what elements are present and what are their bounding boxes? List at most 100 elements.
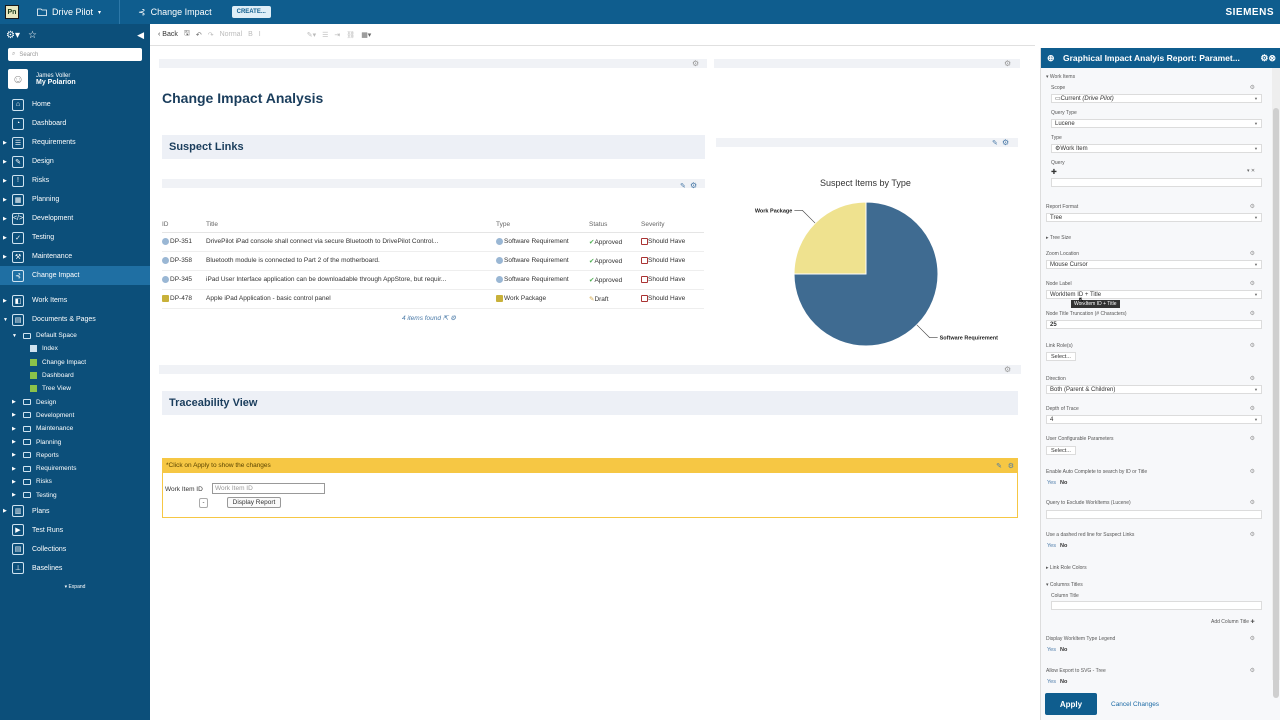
gear-icon[interactable]: ⚙: [1250, 468, 1255, 475]
save-icon[interactable]: 🖫: [184, 29, 190, 40]
sidebar-item-change-impact[interactable]: ⊰ Change Impact: [0, 266, 150, 285]
gear-icon[interactable]: ⚙: [1250, 84, 1255, 91]
sidebar-item-work-items[interactable]: ▶ ◧ Work Items: [0, 291, 150, 310]
truncation-input[interactable]: 25: [1046, 320, 1262, 329]
yes-option[interactable]: Yes: [1047, 543, 1056, 549]
section-columns-titles[interactable]: ▾ Columns Titles: [1046, 582, 1083, 588]
export-icon[interactable]: ⇱: [443, 315, 448, 322]
sidebar-item-test-runs[interactable]: ▶ Test Runs: [0, 521, 150, 540]
no-option[interactable]: No: [1060, 480, 1067, 486]
edit-icon[interactable]: ✎: [996, 462, 1002, 470]
section-tree-size[interactable]: ▸ Tree Size: [1046, 235, 1071, 241]
redo-icon[interactable]: ↷: [208, 31, 214, 39]
yes-option[interactable]: Yes: [1047, 679, 1056, 685]
tree-item-space[interactable]: ▶ Reports: [0, 449, 150, 462]
gear-icon[interactable]: ⚙: [1250, 375, 1255, 382]
edit-icon[interactable]: ✎: [680, 182, 686, 190]
depth-select[interactable]: 4 ▼: [1046, 415, 1262, 424]
gear-icon[interactable]: ⚙: [1250, 405, 1255, 412]
gear-icon[interactable]: ⚙: [1004, 59, 1011, 68]
link-icon[interactable]: ⛓: [346, 31, 355, 39]
star-icon[interactable]: ☆: [28, 30, 37, 41]
expand-arrow-icon[interactable]: ▶: [12, 399, 18, 405]
chevron-down-icon[interactable]: ▾: [1247, 168, 1250, 174]
minus-button[interactable]: -: [199, 498, 208, 508]
expand-arrow-icon[interactable]: ▶: [3, 508, 7, 514]
collapse-arrow-icon[interactable]: ▼: [3, 317, 8, 323]
query-type-select[interactable]: Lucene ▼: [1051, 119, 1262, 128]
table-icon[interactable]: ▦▾: [361, 31, 371, 39]
user-profile[interactable]: ☺ James Voller My Polarion: [0, 63, 150, 95]
close-icon[interactable]: ⊗: [1268, 53, 1276, 63]
sidebar-item-documents[interactable]: ▼ ▤ Documents & Pages: [0, 310, 150, 329]
item-title[interactable]: Bluetooth module is connected to Part 2 …: [206, 251, 496, 271]
panel-scrollbar[interactable]: [1272, 68, 1280, 698]
expand-arrow-icon[interactable]: ▶: [12, 492, 18, 498]
tree-item-default-space[interactable]: ▼ Default Space: [0, 329, 150, 342]
tree-item-space[interactable]: ▶ Planning: [0, 435, 150, 448]
gear-icon[interactable]: ⚙: [1250, 342, 1255, 349]
sidebar-item-planning[interactable]: ▶ ▦ Planning: [0, 190, 150, 209]
sidebar-item-design[interactable]: ▶ ✎ Design: [0, 152, 150, 171]
type-legend-toggle[interactable]: Yes No: [1047, 647, 1067, 653]
expand-link[interactable]: ▾ Expand: [0, 584, 150, 590]
item-title[interactable]: iPad User Interface application can be d…: [206, 270, 496, 290]
expand-arrow-icon[interactable]: ▶: [12, 426, 18, 432]
section-link-role-colors[interactable]: ▸ Link Role Colors: [1046, 565, 1087, 571]
table-row[interactable]: DP-478 Apple iPad Application - basic co…: [162, 289, 704, 309]
gear-icon[interactable]: ⚙▾: [6, 30, 20, 41]
gear-icon[interactable]: ⚙: [692, 59, 699, 68]
expand-arrow-icon[interactable]: ▶: [12, 466, 18, 472]
format-icon[interactable]: ✎▾: [307, 31, 316, 39]
gear-icon[interactable]: ⚙: [1250, 310, 1255, 317]
sidebar-item-collections[interactable]: ▤ Collections: [0, 540, 150, 559]
tree-item-tree-view[interactable]: Tree View: [0, 382, 150, 395]
table-row[interactable]: DP-358 Bluetooth module is connected to …: [162, 251, 704, 271]
create-button[interactable]: CREATE...: [231, 6, 271, 18]
collapse-sidebar-icon[interactable]: ◀: [137, 30, 144, 41]
gear-icon[interactable]: ⚙: [1004, 365, 1011, 374]
autocomplete-toggle[interactable]: Yes No: [1047, 480, 1067, 486]
indent-icon[interactable]: ⇥: [334, 31, 340, 39]
direction-select[interactable]: Both (Parent & Children) ▼: [1046, 385, 1262, 394]
clear-icon[interactable]: ✕: [1251, 168, 1255, 174]
item-title[interactable]: Apple iPad Application - basic control p…: [206, 289, 496, 309]
zoom-location-select[interactable]: Mouse Cursor ▼: [1046, 260, 1262, 269]
collapse-arrow-icon[interactable]: ▼: [12, 333, 18, 339]
tree-item-dashboard[interactable]: Dashboard: [0, 369, 150, 382]
gear-icon[interactable]: ⚙: [1250, 203, 1255, 210]
current-page[interactable]: ⊰ Change Impact: [138, 7, 212, 18]
italic-icon[interactable]: I: [259, 31, 261, 38]
yes-option[interactable]: Yes: [1047, 480, 1056, 486]
sidebar-item-home[interactable]: ⌂ Home: [0, 95, 150, 114]
item-title[interactable]: DrivePilot iPad console shall connect vi…: [206, 232, 496, 252]
exclude-query-input[interactable]: [1046, 510, 1262, 519]
report-format-select[interactable]: Tree ▼: [1046, 213, 1262, 222]
expand-arrow-icon[interactable]: ▶: [3, 298, 7, 304]
tree-item-space[interactable]: ▶ Maintenance: [0, 422, 150, 435]
gear-icon[interactable]: ⚙: [690, 181, 697, 190]
item-id-link[interactable]: DP-345: [170, 276, 192, 283]
add-column-title-button[interactable]: Add Column Title ✚: [1211, 619, 1255, 625]
expand-arrow-icon[interactable]: ▶: [3, 178, 7, 184]
add-query-icon[interactable]: ✚: [1051, 168, 1057, 176]
item-id-link[interactable]: DP-351: [170, 238, 192, 245]
column-title-input[interactable]: [1051, 601, 1262, 610]
gear-icon[interactable]: ⚙: [1250, 499, 1255, 506]
no-option[interactable]: No: [1060, 679, 1067, 685]
gear-icon[interactable]: ⚙: [1250, 435, 1255, 442]
tree-item-change-impact[interactable]: Change Impact: [0, 356, 150, 369]
gear-icon[interactable]: ⚙: [1250, 280, 1255, 287]
expand-arrow-icon[interactable]: ▶: [12, 439, 18, 445]
item-id-link[interactable]: DP-358: [170, 257, 192, 264]
bold-icon[interactable]: B: [248, 31, 253, 38]
scope-select[interactable]: ▭ Current (Drive Pilot) ▼: [1051, 94, 1262, 103]
sidebar-item-testing[interactable]: ▶ ✓ Testing: [0, 228, 150, 247]
tree-item-space[interactable]: ▶ Testing: [0, 489, 150, 502]
sidebar-item-risks[interactable]: ▶! Risks: [0, 171, 150, 190]
expand-arrow-icon[interactable]: ▶: [3, 216, 7, 222]
type-select[interactable]: ⚙ Work Item ▼: [1051, 144, 1262, 153]
back-circle-icon[interactable]: ⊕: [1047, 53, 1055, 64]
query-input[interactable]: [1051, 178, 1262, 187]
sidebar-item-development[interactable]: ▶ </> Development: [0, 209, 150, 228]
